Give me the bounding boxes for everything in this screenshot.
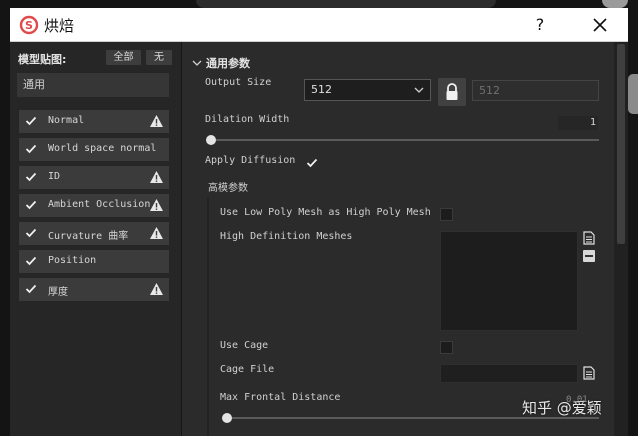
- select-all-button[interactable]: 全部: [106, 50, 141, 65]
- lock-icon: [446, 83, 458, 100]
- select-none-button[interactable]: 无: [146, 50, 172, 65]
- map-item[interactable]: World space normal: [19, 138, 169, 161]
- map-checkbox[interactable]: [25, 115, 37, 127]
- chevron-down-icon: [414, 87, 424, 93]
- background-knob: [602, 0, 628, 8]
- dilation-width-label: Dilation Width: [205, 114, 290, 125]
- substance-logo-icon: S: [19, 15, 39, 35]
- linked-size-field: 512: [472, 80, 599, 101]
- map-checkbox[interactable]: [25, 227, 37, 239]
- window-title: 烘焙: [44, 17, 75, 35]
- chevron-down-icon[interactable]: [192, 59, 202, 67]
- watermark: 知乎 @爱颖: [522, 399, 602, 417]
- map-label: 厚度: [48, 287, 68, 298]
- warning-icon: [150, 115, 163, 127]
- scrollbar-thumb[interactable]: [617, 44, 625, 244]
- section-title-high-poly: 高模参数: [208, 183, 248, 194]
- background-strip: [0, 0, 638, 8]
- map-label: ID: [48, 171, 61, 182]
- dilation-width-field[interactable]: 1: [558, 116, 598, 130]
- output-size-select[interactable]: 512: [304, 79, 431, 101]
- warning-icon: [150, 227, 163, 239]
- map-item[interactable]: Ambient Occlusion: [19, 194, 169, 217]
- warning-icon: [150, 199, 163, 211]
- cage-file-label: Cage File: [220, 364, 275, 375]
- background-edge: [196, 0, 496, 8]
- high-poly-group-rule: [207, 197, 209, 436]
- warning-icon: [150, 171, 163, 183]
- map-item[interactable]: ID: [19, 166, 169, 189]
- map-label: World space normal: [48, 143, 157, 154]
- max-frontal-slider-handle[interactable]: [222, 413, 232, 423]
- lock-size-button[interactable]: [438, 78, 466, 106]
- map-label: Normal: [48, 115, 85, 126]
- output-size-label: Output Size: [205, 77, 272, 88]
- minus-icon: [585, 255, 593, 257]
- high-def-meshes-list[interactable]: [440, 231, 578, 331]
- mesh-maps-panel: 模型贴图: 全部 无 通用 Normal World space normal ID…: [10, 42, 182, 436]
- map-item[interactable]: Position: [19, 250, 169, 273]
- cage-file-field[interactable]: [440, 364, 578, 383]
- map-filter-field[interactable]: 通用: [17, 73, 169, 97]
- file-icon[interactable]: [583, 366, 595, 380]
- section-title-common: 通用参数: [206, 57, 250, 70]
- window-frame-left: [0, 8, 10, 436]
- map-label: Ambient Occlusion: [48, 199, 151, 210]
- parameters-panel: 通用参数 Output Size 512 512 Dilation Width …: [182, 42, 628, 436]
- map-label: Position: [48, 255, 97, 266]
- dilation-width-slider-track[interactable]: [206, 139, 599, 141]
- max-frontal-distance-label: Max Frontal Distance: [220, 392, 341, 403]
- parameters-scrollbar[interactable]: [614, 42, 628, 436]
- apply-diffusion-label: Apply Diffusion: [205, 155, 296, 166]
- map-item[interactable]: Curvature 曲率: [19, 222, 169, 245]
- close-icon: [593, 18, 607, 32]
- svg-text:S: S: [25, 19, 33, 32]
- apply-diffusion-checkbox[interactable]: [306, 157, 318, 169]
- help-button[interactable]: ?: [526, 11, 554, 39]
- high-def-meshes-label: High Definition Meshes: [220, 231, 353, 242]
- remove-mesh-button[interactable]: [583, 250, 595, 262]
- file-icon[interactable]: [583, 231, 595, 245]
- use-cage-label: Use Cage: [220, 340, 269, 351]
- map-checkbox[interactable]: [25, 143, 37, 155]
- map-checkbox[interactable]: [25, 255, 37, 267]
- use-low-poly-label: Use Low Poly Mesh as High Poly Mesh: [220, 207, 431, 218]
- map-checkbox[interactable]: [25, 171, 37, 183]
- close-button[interactable]: [586, 11, 614, 39]
- window-frame-right: [628, 8, 638, 436]
- use-low-poly-checkbox[interactable]: [440, 208, 453, 221]
- output-size-value: 512: [311, 83, 332, 96]
- map-item[interactable]: Normal: [19, 110, 169, 133]
- map-checkbox[interactable]: [25, 283, 37, 295]
- title-bar: S 烘焙 ?: [10, 8, 628, 42]
- frame-knob: [628, 74, 638, 114]
- map-label: Curvature 曲率: [48, 231, 129, 242]
- dilation-width-slider-handle[interactable]: [206, 135, 216, 145]
- use-cage-checkbox[interactable]: [440, 341, 453, 354]
- warning-icon: [150, 283, 163, 295]
- map-checkbox[interactable]: [25, 199, 37, 211]
- mesh-maps-header: 模型贴图:: [18, 53, 67, 66]
- map-item[interactable]: 厚度: [19, 278, 169, 301]
